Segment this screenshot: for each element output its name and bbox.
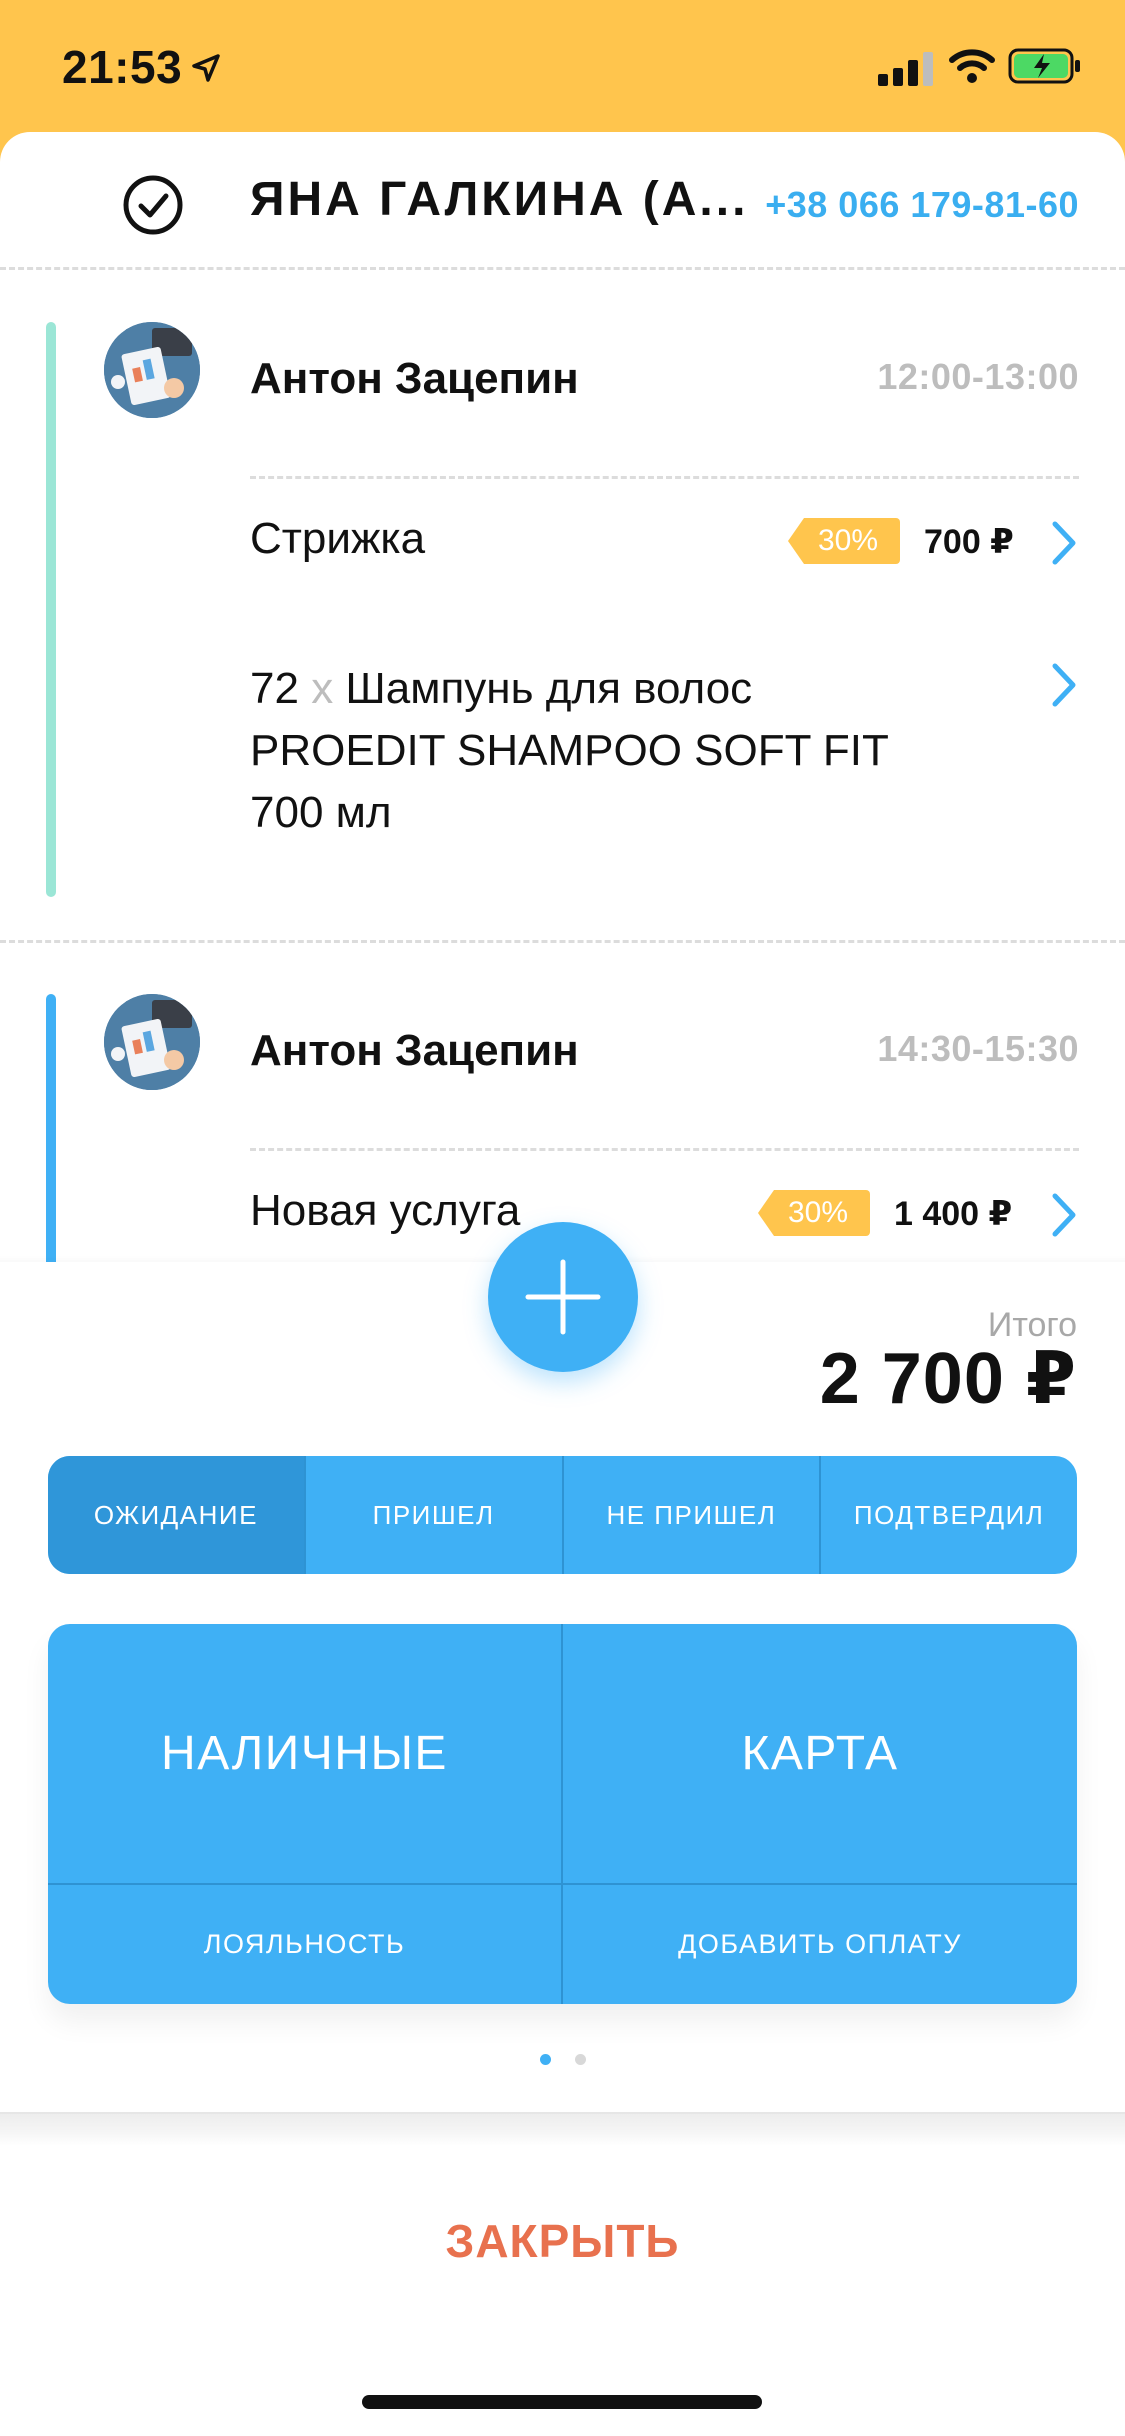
visit-status-bar — [46, 322, 56, 897]
product-description: 72 x Шампунь для волос PROEDIT SHAMPOO S… — [250, 658, 990, 844]
product-times: x — [311, 664, 334, 713]
status-no-show[interactable]: НЕ ПРИШЕЛ — [561, 1456, 820, 1574]
product-name-line3: 700 мл — [250, 788, 392, 837]
wifi-icon — [949, 49, 995, 83]
discount-badge: 30% — [758, 1190, 870, 1236]
page-indicator — [0, 2052, 1125, 2066]
client-header: ЯНА ГАЛКИНА (А... +38 066 179-81-60 — [0, 132, 1125, 270]
check-circle-icon[interactable] — [122, 174, 184, 236]
plus-icon — [525, 1259, 601, 1335]
client-name[interactable]: ЯНА ГАЛКИНА (А... — [250, 172, 748, 227]
divider — [250, 476, 1079, 479]
loyalty-button[interactable]: ЛОЯЛЬНОСТЬ — [48, 1885, 561, 2004]
chevron-right-icon[interactable] — [1049, 662, 1079, 708]
close-button[interactable]: ЗАКРЫТЬ — [0, 2214, 1125, 2268]
service-name: Стрижка — [250, 514, 426, 563]
add-payment-button[interactable]: ДОБАВИТЬ ОПЛАТУ — [563, 1885, 1077, 2004]
master-name: Антон Зацепин — [250, 1026, 579, 1075]
cellular-signal-icon — [878, 50, 934, 86]
status-waiting[interactable]: ОЖИДАНИЕ — [48, 1456, 304, 1574]
chevron-right-icon[interactable] — [1049, 520, 1079, 566]
status-arrived[interactable]: ПРИШЕЛ — [303, 1456, 562, 1574]
status-bar: 21:53 — [0, 0, 1125, 132]
product-qty: 72 — [250, 664, 299, 713]
battery-charging-icon — [1008, 48, 1080, 84]
visit-separator — [0, 940, 1125, 943]
total-value: 2 700 ₽ — [819, 1339, 1077, 1419]
visit-time: 14:30-15:30 — [877, 1028, 1079, 1069]
add-button[interactable] — [488, 1222, 638, 1372]
status-time: 21:53 — [62, 41, 183, 93]
service-name: Новая услуга — [250, 1186, 521, 1235]
client-phone-link[interactable]: +38 066 179-81-60 — [765, 184, 1079, 226]
page-dot-active[interactable] — [539, 2054, 551, 2065]
visit-time: 12:00-13:00 — [877, 356, 1079, 397]
page-dot[interactable] — [574, 2054, 586, 2065]
service-price: 1 400 ₽ — [894, 1195, 1013, 1233]
grid-divider — [48, 1883, 1077, 1885]
status-confirmed[interactable]: ПОДТВЕРДИЛ — [819, 1456, 1077, 1574]
visit-status-segmented-control: ОЖИДАНИЕ ПРИШЕЛ НЕ ПРИШЕЛ ПОДТВЕРДИЛ — [48, 1456, 1077, 1574]
section-separator — [0, 2112, 1125, 2146]
visit-status-bar — [46, 994, 56, 1294]
master-avatar — [104, 322, 200, 418]
cash-button[interactable]: НАЛИЧНЫЕ — [48, 1624, 561, 1883]
master-name: Антон Зацепин — [250, 354, 579, 403]
divider — [250, 1148, 1079, 1151]
visit-card: Антон Зацепин 12:00-13:00 Стрижка 30% 70… — [0, 322, 1125, 1022]
discount-badge: 30% — [788, 518, 900, 564]
home-indicator[interactable] — [362, 2395, 762, 2409]
service-price: 700 ₽ — [924, 523, 1014, 561]
payment-grid: НАЛИЧНЫЕ КАРТА ЛОЯЛЬНОСТЬ ДОБАВИТЬ ОПЛАТ… — [48, 1624, 1077, 2004]
grid-divider — [561, 1624, 563, 2004]
chevron-right-icon[interactable] — [1049, 1192, 1079, 1238]
product-name-line2: PROEDIT SHAMPOO SOFT FIT — [250, 726, 889, 775]
location-arrow-icon — [192, 54, 220, 82]
master-avatar — [104, 994, 200, 1090]
product-name-line1: Шампунь для волос — [345, 664, 753, 713]
card-button[interactable]: КАРТА — [563, 1624, 1077, 1883]
